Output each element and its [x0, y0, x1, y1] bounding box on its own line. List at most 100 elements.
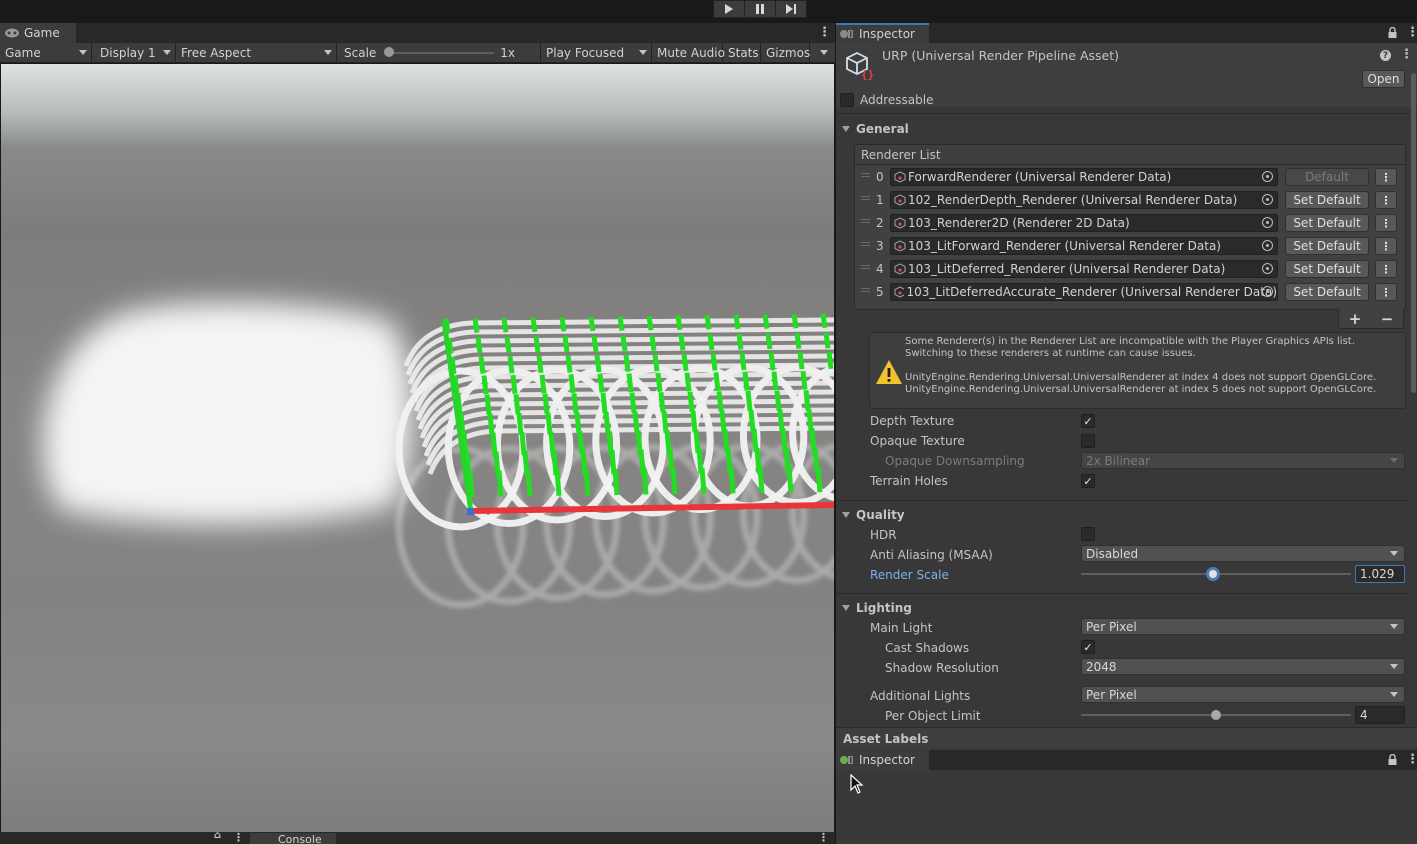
aspect-dropdown[interactable]: Free Aspect [176, 43, 337, 62]
lock-icon[interactable] [1388, 27, 1397, 38]
renderer-object-field[interactable]: ForwardRenderer (Universal Renderer Data… [890, 168, 1278, 186]
set-default-button[interactable]: Set Default [1285, 283, 1369, 301]
addressable-checkbox[interactable] [840, 93, 854, 107]
gizmo-spike [815, 466, 823, 493]
additional-lights-dropdown[interactable]: Per Pixel [1081, 686, 1405, 703]
add-renderer-button[interactable]: + [1349, 310, 1362, 328]
renderer-more-button[interactable]: ⋮ [1375, 168, 1397, 186]
renderer-more-button[interactable]: ⋮ [1375, 237, 1397, 255]
scene-render [42, 302, 834, 609]
object-picker-icon[interactable] [1262, 286, 1273, 297]
foldout-quality[interactable]: Quality [842, 508, 905, 522]
renderer-object-field[interactable]: 103_LitDeferred_Renderer (Universal Rend… [890, 260, 1278, 278]
drag-handle-icon[interactable] [861, 173, 870, 177]
object-picker-icon[interactable] [1262, 240, 1273, 251]
gizmos-dropdown[interactable] [810, 43, 834, 62]
foldout-general[interactable]: General [842, 122, 909, 136]
open-button[interactable]: Open [1362, 70, 1405, 88]
object-picker-icon[interactable] [1262, 171, 1273, 182]
renderer-object-field[interactable]: 103_LitForward_Renderer (Universal Rende… [890, 237, 1278, 255]
cast-shadows-checkbox[interactable]: ✓ [1081, 640, 1095, 654]
lock-icon[interactable] [1388, 754, 1397, 765]
help-icon[interactable]: ? [1380, 50, 1391, 61]
render-scale-slider[interactable] [1081, 565, 1351, 583]
view-mode-dropdown[interactable]: Game [0, 43, 92, 62]
console-menu-icon[interactable]: ⋮ [818, 832, 829, 843]
renderer-more-button[interactable]: ⋮ [1375, 191, 1397, 209]
drag-handle-icon[interactable] [861, 265, 870, 269]
renderer-object-field[interactable]: 103_Renderer2D (Renderer 2D Data) [890, 214, 1278, 232]
depth-texture-checkbox[interactable]: ✓ [1081, 414, 1095, 428]
gizmos-toggle[interactable]: Gizmos [761, 43, 810, 62]
object-picker-icon[interactable] [1262, 194, 1273, 205]
renderer-data-icon [894, 194, 906, 206]
renderer-object-field[interactable]: 102_RenderDepth_Renderer (Universal Rend… [890, 191, 1278, 209]
tab-console[interactable]: Console [250, 833, 336, 844]
gizmo-spike [649, 334, 657, 352]
gizmo-spike [670, 468, 678, 495]
scale-thumb[interactable] [384, 47, 395, 57]
chevron-down-icon [163, 50, 171, 55]
per-object-limit-slider[interactable] [1081, 706, 1351, 724]
opaque-texture-checkbox[interactable] [1081, 434, 1095, 448]
renderer-list: Renderer List 0 ForwardRenderer (Universa… [854, 144, 1406, 310]
per-object-limit-knob[interactable] [1211, 710, 1221, 720]
msaa-dropdown[interactable]: Disabled [1081, 545, 1405, 562]
object-picker-icon[interactable] [1262, 217, 1273, 228]
set-default-button[interactable]: Set Default [1285, 260, 1369, 278]
renderer-list-title: Renderer List [861, 147, 941, 162]
main-light-dropdown[interactable]: Per Pixel [1081, 618, 1405, 635]
terrain-holes-checkbox[interactable]: ✓ [1081, 474, 1095, 488]
pause-button[interactable] [744, 0, 776, 18]
remove-renderer-button[interactable]: − [1381, 310, 1394, 328]
gizmo-spike [820, 313, 828, 329]
gizmo-spike [629, 392, 637, 413]
drag-handle-icon[interactable] [861, 288, 870, 292]
scrollbar-thumb[interactable] [1411, 73, 1416, 393]
inspector2-menu-icon[interactable]: ⋮ [1406, 753, 1417, 766]
drag-handle-icon[interactable] [861, 196, 870, 200]
renderer-name: 103_Renderer2D (Renderer 2D Data) [908, 216, 1130, 230]
hdr-checkbox[interactable] [1081, 527, 1095, 541]
tab-inspector-secondary[interactable]: Inspector [836, 750, 929, 770]
inspector-scrollbar[interactable] [1411, 63, 1417, 723]
object-picker-icon[interactable] [1262, 263, 1273, 274]
opaque-downsampling-dropdown[interactable]: 2x Bilinear [1081, 452, 1405, 469]
tab-inspector[interactable]: Inspector [836, 23, 929, 43]
display-dropdown[interactable]: Display 1 [92, 43, 176, 62]
asset-labels-bar[interactable]: Asset Labels [836, 727, 1417, 749]
set-default-button[interactable]: Set Default [1285, 214, 1369, 232]
drag-handle-icon[interactable] [861, 242, 870, 246]
per-object-limit-label: Per Object Limit [885, 709, 981, 723]
gizmo-spike [504, 336, 512, 354]
scale-slider[interactable] [384, 43, 495, 62]
render-scale-field[interactable]: 1.029 [1355, 565, 1405, 583]
set-default-button[interactable]: Default [1285, 168, 1369, 186]
renderer-more-button[interactable]: ⋮ [1375, 214, 1397, 232]
step-button[interactable] [775, 0, 807, 18]
asset-menu-icon[interactable]: ⋮ [1400, 48, 1413, 61]
lock-icon[interactable]: ⌂ [214, 831, 221, 841]
play-button[interactable] [713, 0, 745, 18]
tab-inspector-label: Inspector [859, 27, 915, 41]
tab-game[interactable]: Game [0, 23, 76, 43]
more-icon: ⋮ [1380, 216, 1392, 230]
per-object-limit-field[interactable]: 4 [1355, 706, 1405, 724]
inspector-menu-icon[interactable]: ⋮ [1406, 26, 1417, 39]
renderer-more-button[interactable]: ⋮ [1375, 260, 1397, 278]
renderer-object-field[interactable]: 103_LitDeferredAccurate_Renderer (Univer… [890, 283, 1278, 301]
set-default-button[interactable]: Set Default [1285, 191, 1369, 209]
play-mode-dropdown[interactable]: Play Focused [541, 43, 652, 62]
mute-audio-toggle[interactable]: Mute Audio [652, 43, 725, 62]
game-panel-menu-icon[interactable]: ⋮ [818, 26, 831, 39]
shadow-resolution-dropdown[interactable]: 2048 [1081, 658, 1405, 675]
drag-handle-icon[interactable] [861, 219, 870, 223]
foldout-lighting[interactable]: Lighting [842, 601, 912, 615]
game-viewport[interactable] [1, 64, 834, 832]
bottom-menu-icon[interactable]: ⋮ [233, 832, 244, 843]
set-default-button[interactable]: Set Default [1285, 237, 1369, 255]
stats-toggle[interactable]: Stats [723, 43, 761, 62]
inspector-panel: Inspector ⋮ {} URP (Universal Render Pip… [836, 23, 1417, 844]
render-scale-knob[interactable] [1206, 567, 1221, 581]
renderer-more-button[interactable]: ⋮ [1375, 283, 1397, 301]
